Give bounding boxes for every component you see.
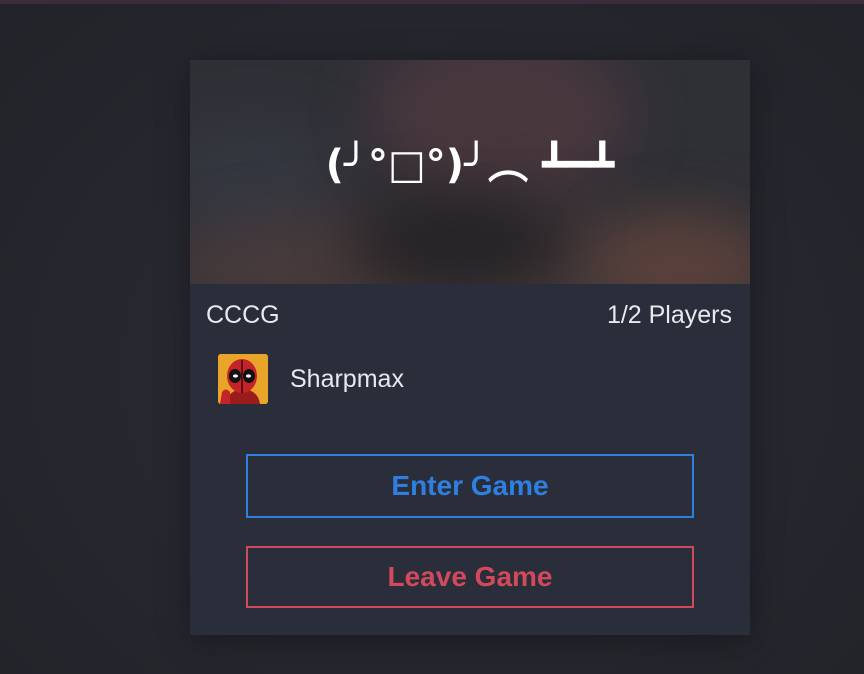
game-banner: (╯°□°)╯︵ ┻━┻: [190, 60, 750, 284]
banner-blur-shape: [350, 190, 570, 284]
player-name: Sharpmax: [290, 365, 404, 393]
players-count: 1/2 Players: [606, 301, 732, 329]
banner-title: (╯°□°)╯︵ ┻━┻: [325, 142, 615, 188]
leave-game-button[interactable]: Leave Game: [246, 546, 694, 608]
game-lobby-card: (╯°□°)╯︵ ┻━┻ CCCG 1/2 Players Sharpmax E…: [190, 60, 750, 635]
deadpool-avatar-icon: [218, 354, 268, 404]
game-name: CCCG: [206, 301, 280, 329]
top-strip: [0, 0, 864, 4]
enter-game-button[interactable]: Enter Game: [246, 454, 694, 518]
